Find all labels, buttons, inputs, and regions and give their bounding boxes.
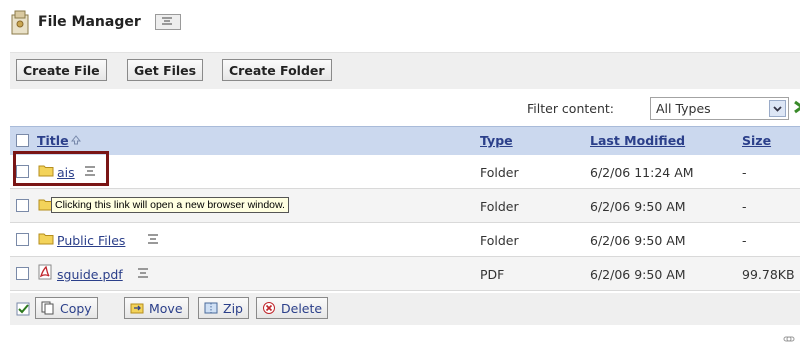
file-size: - xyxy=(742,199,747,214)
file-type: Folder xyxy=(480,165,519,180)
filter-label: Filter content: xyxy=(527,101,614,116)
highlight-box xyxy=(13,151,109,186)
sort-arrow-icon xyxy=(71,135,81,145)
row-checkbox[interactable] xyxy=(16,199,29,212)
mini-menu-icon[interactable] xyxy=(154,14,181,30)
file-modified: 6/2/06 11:24 AM xyxy=(590,165,694,180)
row-checkbox[interactable] xyxy=(16,267,29,280)
delete-label: Delete xyxy=(281,300,323,316)
zip-icon xyxy=(204,302,218,314)
file-manager-icon xyxy=(11,10,29,35)
move-button[interactable]: Move xyxy=(124,297,189,319)
create-folder-button[interactable]: Create Folder xyxy=(222,59,332,81)
toolbar: Create File Get Files Create Folder xyxy=(10,52,800,89)
filter-select[interactable]: All Types xyxy=(650,97,789,120)
zip-button[interactable]: Zip xyxy=(198,297,249,319)
pdf-icon xyxy=(38,264,52,280)
move-label: Move xyxy=(149,300,183,316)
action-bar: Copy Move Zip Delete xyxy=(10,293,800,325)
table-row[interactable]: sguide.pdf PDF 6/2/06 9:50 AM 99.78KB xyxy=(10,257,800,291)
select-all-checkbox[interactable] xyxy=(16,134,29,147)
move-icon xyxy=(130,303,144,314)
link-icon[interactable] xyxy=(783,333,795,345)
row-menu-icon[interactable] xyxy=(147,233,159,245)
zip-label: Zip xyxy=(223,300,243,316)
file-size: 99.78KB xyxy=(742,267,795,282)
link-tooltip: Clicking this link will open a new brows… xyxy=(51,197,289,213)
file-name-link[interactable]: sguide.pdf xyxy=(57,267,123,282)
get-files-button[interactable]: Get Files xyxy=(127,59,204,81)
page-title: File Manager xyxy=(38,14,141,30)
delete-icon xyxy=(263,302,275,314)
table-row[interactable]: Public Files Folder 6/2/06 9:50 AM - xyxy=(10,223,800,257)
create-file-button[interactable]: Create File xyxy=(16,59,107,81)
row-checkbox[interactable] xyxy=(16,233,29,246)
table-header: Title Type Last Modified Size xyxy=(10,126,800,155)
file-type: PDF xyxy=(480,267,505,282)
file-type: Folder xyxy=(480,233,519,248)
go-arrow-icon[interactable] xyxy=(793,100,800,114)
file-modified: 6/2/06 9:50 AM xyxy=(590,233,686,248)
column-size[interactable]: Size xyxy=(742,133,771,148)
delete-button[interactable]: Delete xyxy=(256,297,329,319)
column-last-modified[interactable]: Last Modified xyxy=(590,133,685,148)
file-size: - xyxy=(742,233,747,248)
app-header: File Manager xyxy=(10,8,181,36)
column-type[interactable]: Type xyxy=(480,133,513,148)
copy-icon xyxy=(41,301,54,315)
copy-button[interactable]: Copy xyxy=(35,297,98,319)
file-size: - xyxy=(742,165,747,180)
copy-label: Copy xyxy=(60,300,92,316)
file-type: Folder xyxy=(480,199,519,214)
filter-selected-value: All Types xyxy=(656,101,711,116)
filter-bar: Filter content: All Types xyxy=(10,94,800,124)
file-name-link[interactable]: Public Files xyxy=(57,233,125,248)
select-all-checkbox-icon[interactable] xyxy=(16,302,30,316)
folder-icon xyxy=(38,233,54,245)
row-menu-icon[interactable] xyxy=(137,267,149,279)
chevron-down-icon xyxy=(769,100,786,117)
file-modified: 6/2/06 9:50 AM xyxy=(590,267,686,282)
file-modified: 6/2/06 9:50 AM xyxy=(590,199,686,214)
table-row[interactable]: ais Folder 6/2/06 11:24 AM - xyxy=(10,155,800,189)
column-title[interactable]: Title xyxy=(37,133,69,148)
